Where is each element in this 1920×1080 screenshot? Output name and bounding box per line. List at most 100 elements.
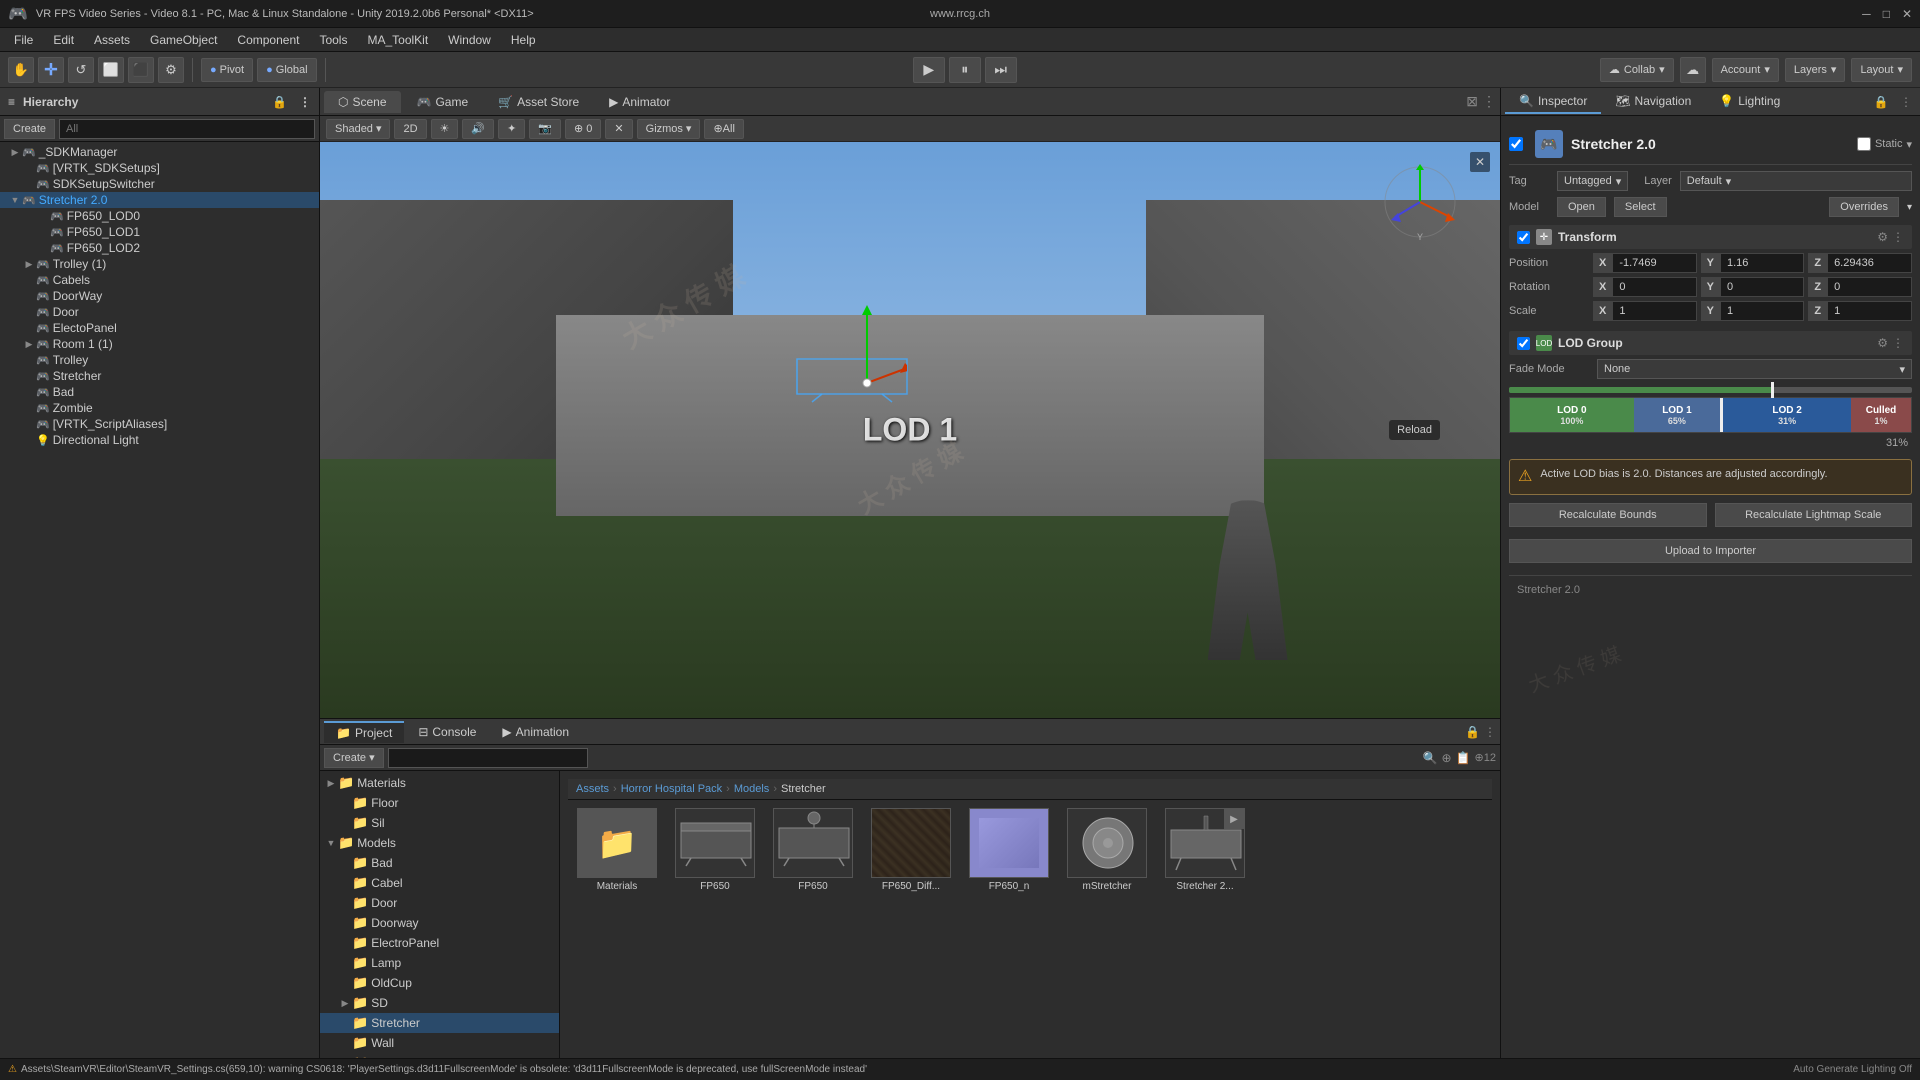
fade-mode-value[interactable]: None ▾ [1597, 359, 1912, 379]
play-btn[interactable]: ▶ [913, 57, 945, 83]
tab-lighting[interactable]: 💡 Lighting [1705, 90, 1794, 114]
project-tree-doorway[interactable]: 📁 Doorway [320, 913, 559, 933]
scene-pin-icon[interactable]: ⋮ [1482, 93, 1496, 110]
pos-x-field[interactable]: -1.7469 [1612, 253, 1696, 273]
tab-inspector[interactable]: 🔍 Inspector [1505, 90, 1601, 114]
tree-item-vrtk-setups[interactable]: 🎮 [VRTK_SDKSetups] [0, 160, 319, 176]
step-btn[interactable]: ⏭ [985, 57, 1017, 83]
tree-item-doorway[interactable]: 🎮 DoorWay [0, 288, 319, 304]
project-tree-stretcher[interactable]: 📁 Stretcher [320, 1013, 559, 1033]
collab-btn[interactable]: ☁ Collab ▾ [1600, 58, 1674, 82]
static-dropdown[interactable]: ▾ [1906, 138, 1912, 151]
upload-importer-btn[interactable]: Upload to Importer [1509, 539, 1912, 563]
select-btn[interactable]: Select [1614, 197, 1667, 217]
filter-icon[interactable]: ⊕ [1442, 751, 1452, 765]
asset-fp650-n[interactable]: FP650_n [964, 804, 1054, 896]
project-tree-lamp[interactable]: 📁 Lamp [320, 953, 559, 973]
minimize-btn[interactable]: ─ [1862, 7, 1871, 21]
cloud-btn2[interactable]: ☁ [1680, 57, 1706, 83]
tab-console[interactable]: ⊟ Console [406, 722, 488, 742]
tree-item-stretcher20[interactable]: ▼ 🎮 Stretcher 2.0 [0, 192, 319, 208]
project-tree-cabel[interactable]: 📁 Cabel [320, 873, 559, 893]
project-tree-electropanel[interactable]: 📁 ElectroPanel [320, 933, 559, 953]
hierarchy-menu[interactable]: ⋮ [299, 95, 311, 109]
project-tree-floor[interactable]: 📁 Floor [320, 793, 559, 813]
move-tool-btn[interactable]: ✛ [38, 57, 64, 83]
search-all-btn[interactable]: ⊕All [704, 119, 743, 139]
lodgroup-settings-icon[interactable]: ⚙ [1877, 336, 1888, 350]
pivot-btn[interactable]: ● Pivot [201, 58, 253, 82]
tree-item-stretcher[interactable]: 🎮 Stretcher [0, 368, 319, 384]
hand-tool-btn[interactable]: ✋ [8, 57, 34, 83]
transform-header[interactable]: ✛ Transform ⚙ ⋮ [1509, 225, 1912, 249]
tree-item-vrtk-aliases[interactable]: 🎮 [VRTK_ScriptAliases] [0, 416, 319, 432]
lod-bar-culled[interactable]: Culled 1% [1851, 398, 1911, 432]
tree-item-bad[interactable]: 🎮 Bad [0, 384, 319, 400]
asset-stretcher2[interactable]: ▶ Stretcher 2... [1160, 804, 1250, 896]
menu-matoolkit[interactable]: MA_ToolKit [357, 31, 438, 49]
tab-game[interactable]: 🎮 Game [403, 91, 483, 113]
open-btn[interactable]: Open [1557, 197, 1606, 217]
maximize-btn[interactable]: □ [1883, 7, 1890, 21]
project-tree-sd[interactable]: ▶ 📁 SD [320, 993, 559, 1013]
lod-group-header[interactable]: LOD LOD Group ⚙ ⋮ [1509, 331, 1912, 355]
asset-materials[interactable]: 📁 Materials [572, 804, 662, 896]
inspector-lock-icon[interactable]: 🔒 [1870, 95, 1893, 109]
tree-item-sdkswitch[interactable]: 🎮 SDKSetupSwitcher [0, 176, 319, 192]
rot-z-field[interactable]: 0 [1827, 277, 1912, 297]
lod-slider-thumb[interactable] [1771, 382, 1774, 398]
menu-gameobject[interactable]: GameObject [140, 31, 227, 49]
project-tree-models[interactable]: ▼ 📁 Models [320, 833, 559, 853]
bottom-menu-icon[interactable]: ⋮ [1484, 725, 1496, 739]
transform-tool-btn[interactable]: ⚙ [158, 57, 184, 83]
scale-tool-btn[interactable]: ⬜ [98, 57, 124, 83]
asset-mstretcher[interactable]: mStretcher [1062, 804, 1152, 896]
tree-item-dirlight[interactable]: 💡 Directional Light [0, 432, 319, 448]
tree-item-fp650-lod1[interactable]: 🎮 FP650_LOD1 [0, 224, 319, 240]
account-btn[interactable]: Account ▾ [1712, 58, 1779, 82]
overrides-dropdown[interactable]: ▾ [1907, 202, 1912, 213]
tab-scene[interactable]: ⬡ Scene [324, 91, 401, 113]
scale-x-field[interactable]: 1 [1612, 301, 1696, 321]
camera-btn[interactable]: 📷 [529, 119, 561, 139]
menu-edit[interactable]: Edit [43, 31, 84, 49]
tab-assetstore[interactable]: 🛒 Asset Store [484, 91, 593, 113]
2d-btn[interactable]: 2D [394, 119, 426, 139]
tab-animation[interactable]: ▶ Animation [490, 722, 581, 742]
menu-file[interactable]: File [4, 31, 43, 49]
tree-item-fp650-lod0[interactable]: 🎮 FP650_LOD0 [0, 208, 319, 224]
hierarchy-search[interactable] [59, 119, 315, 139]
rot-x-field[interactable]: 0 [1612, 277, 1696, 297]
hierarchy-lock[interactable]: 🔒 [272, 95, 287, 109]
bottom-lock-icon[interactable]: 🔒 [1465, 725, 1480, 739]
hierarchy-create-btn[interactable]: Create [4, 119, 55, 139]
project-tree-wall[interactable]: 📁 Wall [320, 1033, 559, 1053]
transform-enable[interactable] [1517, 231, 1530, 244]
scale-z-field[interactable]: 1 [1827, 301, 1912, 321]
layers-btn[interactable]: Layers ▾ [1785, 58, 1846, 82]
audio-btn[interactable]: 🔊 [462, 119, 494, 139]
tree-item-sdkmanager[interactable]: ▶ 🎮 _SDKManager [0, 144, 319, 160]
light-btn[interactable]: ☀ [431, 119, 459, 139]
menu-component[interactable]: Component [227, 31, 309, 49]
scene-reload-btn[interactable]: Reload [1389, 420, 1440, 440]
recalc-bounds-btn[interactable]: Recalculate Bounds [1509, 503, 1707, 527]
breadcrumb-hhp[interactable]: Horror Hospital Pack [621, 783, 722, 795]
transform-settings-icon[interactable]: ⚙ [1877, 230, 1888, 244]
scene-close-x[interactable]: ✕ [1470, 152, 1490, 172]
project-create-btn[interactable]: Create ▾ [324, 748, 384, 768]
active-checkbox[interactable] [1509, 137, 1523, 151]
recalc-lightmap-btn[interactable]: Recalculate Lightmap Scale [1715, 503, 1913, 527]
asset-fp650-1[interactable]: FP650 [670, 804, 760, 896]
tab-animator[interactable]: ▶ Animator [595, 91, 684, 113]
inspector-menu-icon[interactable]: ⋮ [1896, 95, 1916, 109]
menu-help[interactable]: Help [501, 31, 546, 49]
menu-assets[interactable]: Assets [84, 31, 140, 49]
project-tree-materials[interactable]: ▶ 📁 Materials [320, 773, 559, 793]
overrides-btn[interactable]: Overrides [1829, 197, 1899, 217]
tree-item-electopanel[interactable]: 🎮 ElectoPanel [0, 320, 319, 336]
scene-max-icon[interactable]: ⊠ [1466, 93, 1478, 110]
asset-fp650-diff[interactable]: FP650_Diff... [866, 804, 956, 896]
tree-item-zombie[interactable]: 🎮 Zombie [0, 400, 319, 416]
sort-icon[interactable]: 📋 [1456, 751, 1471, 765]
